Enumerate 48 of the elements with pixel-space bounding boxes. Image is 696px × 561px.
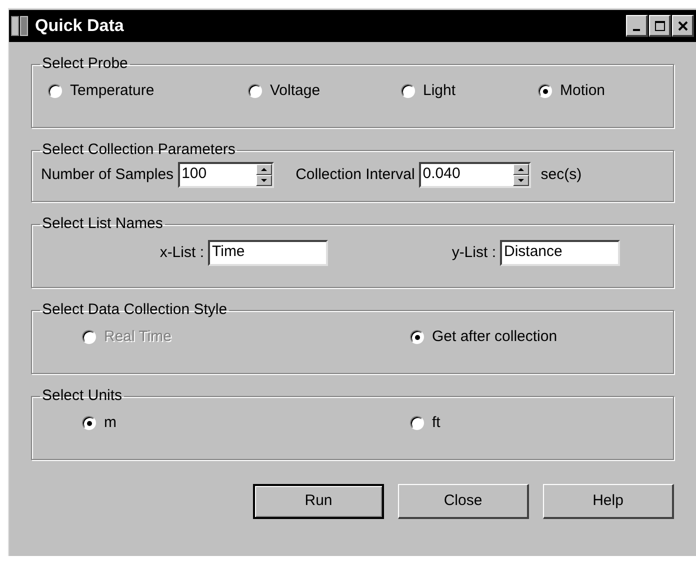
up-arrow-icon xyxy=(518,168,524,171)
window-title: Quick Data xyxy=(35,15,125,38)
spin-down-button[interactable] xyxy=(256,175,272,186)
group-title: Select Probe xyxy=(41,56,129,72)
up-arrow-icon xyxy=(260,168,267,171)
minimize-icon xyxy=(633,28,640,30)
radio-button[interactable] xyxy=(82,416,96,430)
minimize-button[interactable] xyxy=(626,15,648,37)
input-field[interactable]: Distance xyxy=(500,240,620,266)
radio-option[interactable]: ft xyxy=(410,412,673,434)
maximize-icon xyxy=(654,20,664,30)
down-arrow-icon xyxy=(260,179,267,182)
field-label: x-List : xyxy=(158,242,205,263)
radio-option: Real Time xyxy=(82,326,410,348)
radio-option[interactable]: Voltage xyxy=(248,80,401,102)
group-title: Select Units xyxy=(41,388,124,404)
radio-button[interactable] xyxy=(48,84,62,98)
dialog-button[interactable]: Close xyxy=(398,484,529,519)
radio-button[interactable] xyxy=(401,84,415,98)
input-field[interactable]: Time xyxy=(208,240,328,266)
radio-option[interactable]: Motion xyxy=(538,80,673,102)
radio-button[interactable] xyxy=(538,84,552,98)
unit-label: sec(s) xyxy=(540,164,582,185)
radio-button[interactable] xyxy=(410,416,424,430)
down-arrow-icon xyxy=(518,179,524,182)
spin-field[interactable]: 0.040 xyxy=(418,162,531,188)
field-label: Collection Interval xyxy=(296,164,415,185)
close-icon xyxy=(678,20,688,30)
group-title: Select Collection Parameters xyxy=(41,142,236,158)
spin-down-button[interactable] xyxy=(512,175,529,186)
radio-option[interactable]: Temperature xyxy=(48,80,248,102)
spin-up-button[interactable] xyxy=(512,164,529,175)
radio-option[interactable]: Light xyxy=(401,80,538,102)
dialog-button[interactable]: Run xyxy=(253,484,384,519)
field-label: Number of Samples xyxy=(41,164,174,185)
group-title: Select List Names xyxy=(41,216,164,232)
radio-button[interactable] xyxy=(410,330,424,344)
maximize-button[interactable] xyxy=(649,15,671,37)
close-button[interactable] xyxy=(672,15,694,37)
radio-option[interactable]: Get after collection xyxy=(410,326,673,348)
radio-button[interactable] xyxy=(248,84,262,98)
radio-option[interactable]: m xyxy=(82,412,410,434)
field-label: y-List : xyxy=(450,242,497,263)
spin-field[interactable]: 100 xyxy=(178,162,274,188)
app-icon xyxy=(11,16,29,36)
spin-up-button[interactable] xyxy=(256,164,272,175)
dialog-button[interactable]: Help xyxy=(543,484,674,519)
group-title: Select Data Collection Style xyxy=(41,302,228,318)
